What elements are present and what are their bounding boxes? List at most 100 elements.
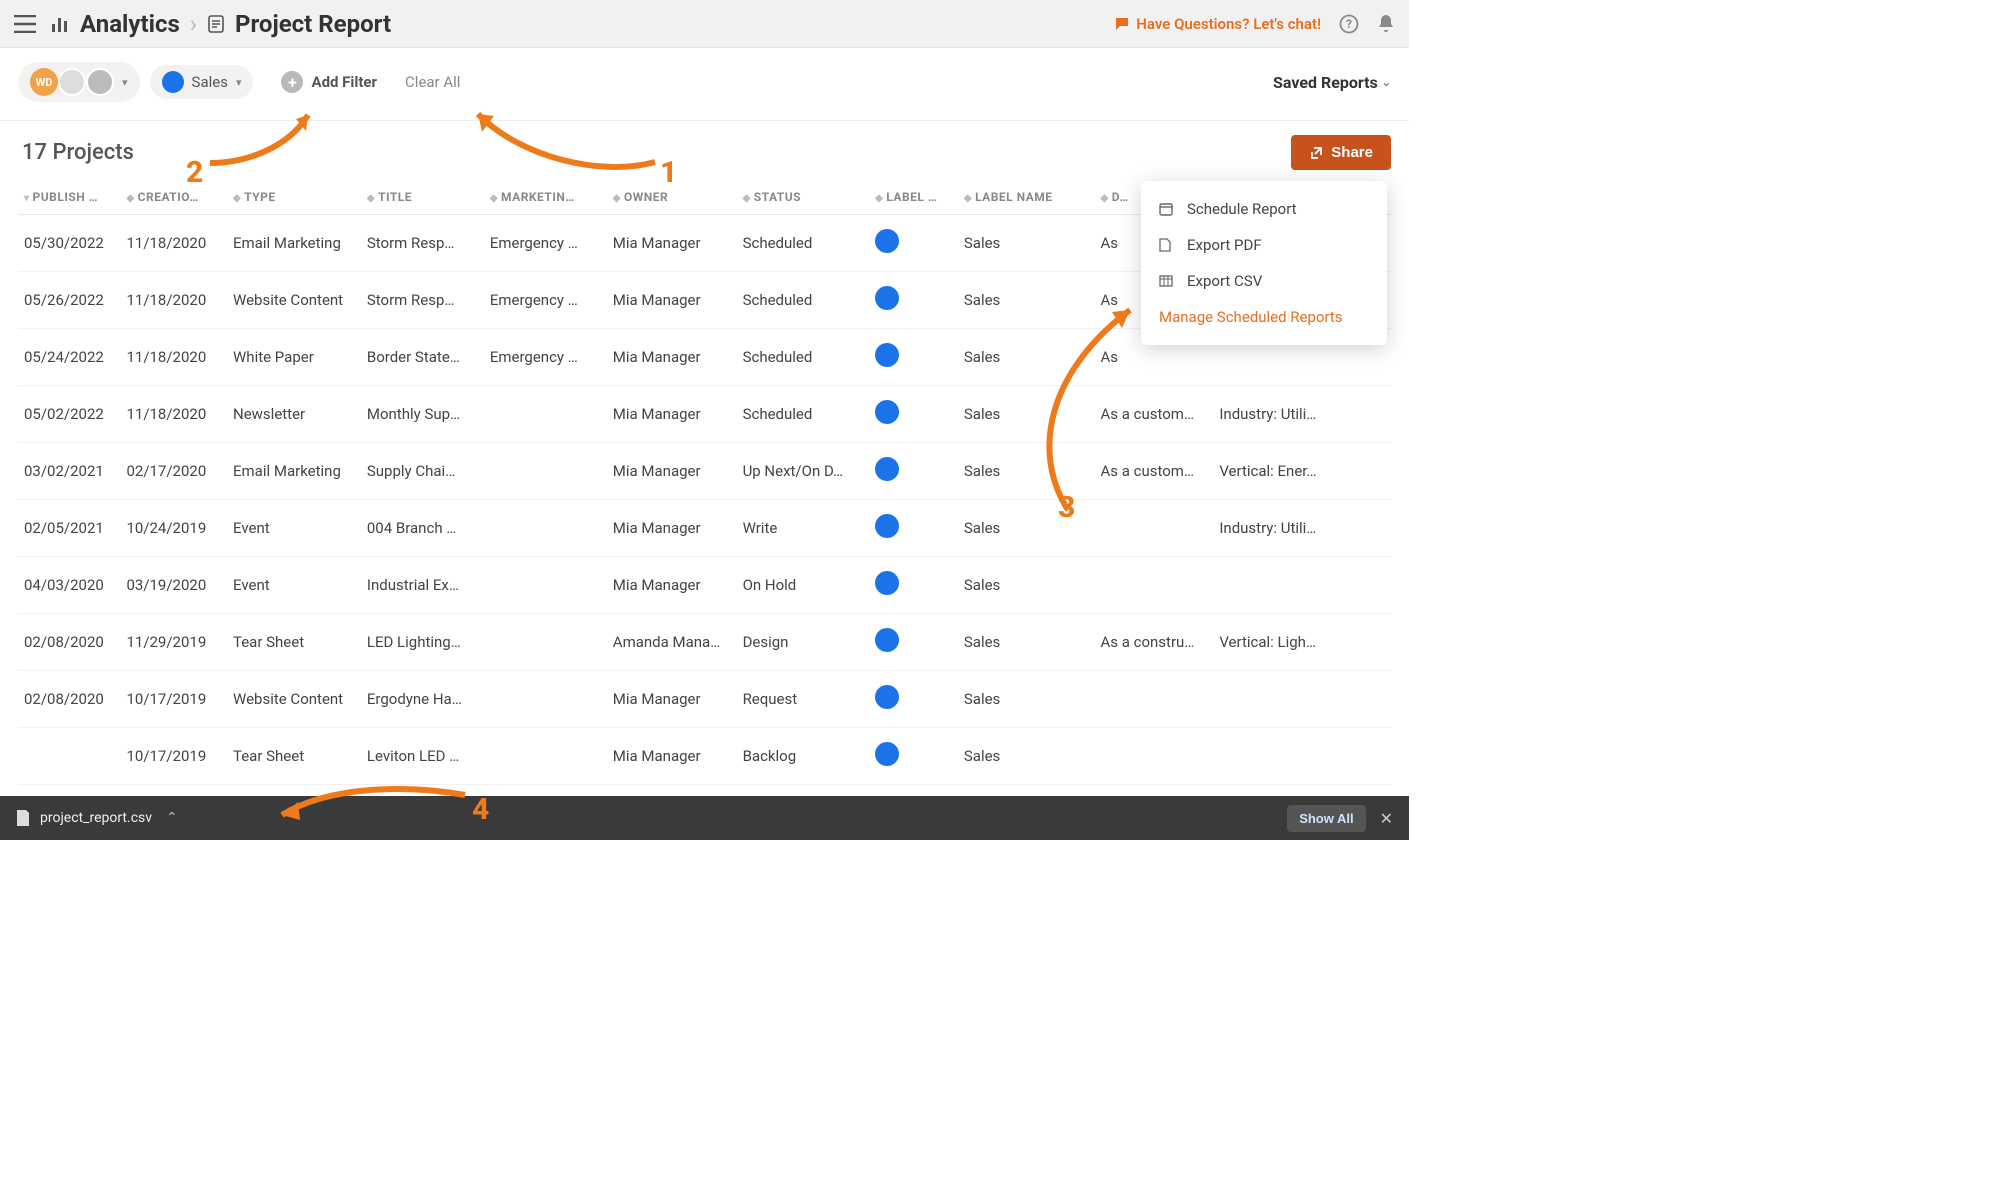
sort-icon: ◆ bbox=[613, 193, 621, 204]
cell-label-color bbox=[869, 557, 958, 614]
clear-all-button[interactable]: Clear All bbox=[405, 73, 460, 91]
share-menu: Schedule Report Export PDF Export CSV Ma… bbox=[1141, 181, 1387, 345]
cell-extra-2 bbox=[1213, 728, 1391, 785]
cell-title: Storm Resp… bbox=[361, 215, 484, 272]
col-marketing[interactable]: ◆MARKETIN… bbox=[484, 180, 607, 215]
plus-icon: + bbox=[281, 71, 303, 93]
share-menu-schedule[interactable]: Schedule Report bbox=[1141, 191, 1387, 227]
cell-label-name: Sales bbox=[958, 215, 1095, 272]
bell-icon[interactable] bbox=[1377, 14, 1395, 34]
cell-type: Email Marketing bbox=[227, 443, 361, 500]
table-row[interactable]: 05/02/202211/18/2020NewsletterMonthly Su… bbox=[18, 386, 1391, 443]
cell-owner: Mia Manager bbox=[607, 329, 737, 386]
cell-publish bbox=[18, 728, 120, 785]
downloaded-file[interactable]: project_report.csv bbox=[16, 809, 152, 827]
label-color-dot bbox=[875, 628, 899, 652]
cell-creation: 11/18/2020 bbox=[120, 329, 227, 386]
label-color-dot bbox=[875, 685, 899, 709]
cell-publish: 02/08/2020 bbox=[18, 671, 120, 728]
cell-extra-1: As a constru… bbox=[1094, 614, 1213, 671]
cell-extra-1: As a custom… bbox=[1094, 443, 1213, 500]
cell-type: Tear Sheet bbox=[227, 728, 361, 785]
col-publish[interactable]: ▾PUBLISH … bbox=[18, 180, 120, 215]
cell-extra-1: As a custom… bbox=[1094, 386, 1213, 443]
table-row[interactable]: 03/02/202102/17/2020Email MarketingSuppl… bbox=[18, 443, 1391, 500]
chevron-up-icon[interactable]: ⌃ bbox=[166, 810, 178, 826]
chat-icon bbox=[1114, 16, 1130, 32]
cell-publish: 05/30/2022 bbox=[18, 215, 120, 272]
cell-label-color bbox=[869, 443, 958, 500]
cell-extra-2: Vertical: Ligh… bbox=[1213, 614, 1391, 671]
col-status[interactable]: ◆STATUS bbox=[737, 180, 870, 215]
saved-reports-dropdown[interactable]: Saved Reports ⌄ bbox=[1273, 73, 1391, 92]
cell-label-name: Sales bbox=[958, 671, 1095, 728]
cell-label-color bbox=[869, 614, 958, 671]
label-color-dot bbox=[875, 571, 899, 595]
cell-creation: 02/17/2020 bbox=[120, 443, 227, 500]
chevron-down-icon: ▾ bbox=[236, 76, 242, 89]
chat-link[interactable]: Have Questions? Let's chat! bbox=[1114, 15, 1321, 33]
avatar: WD bbox=[30, 68, 58, 96]
download-bar: project_report.csv ⌃ Show All ✕ bbox=[0, 796, 1409, 840]
cell-extra-1 bbox=[1094, 671, 1213, 728]
show-all-button[interactable]: Show All bbox=[1287, 805, 1365, 832]
col-label-name[interactable]: ◆LABEL NAME bbox=[958, 180, 1095, 215]
cell-owner: Mia Manager bbox=[607, 443, 737, 500]
cell-label-color bbox=[869, 671, 958, 728]
table-row[interactable]: 02/05/202110/24/2019Event004 Branch …Mia… bbox=[18, 500, 1391, 557]
users-filter-pill[interactable]: WD ▾ bbox=[18, 62, 140, 102]
cell-status: Request bbox=[737, 671, 870, 728]
share-menu-manage[interactable]: Manage Scheduled Reports bbox=[1141, 299, 1387, 335]
cell-extra-1 bbox=[1094, 500, 1213, 557]
sort-icon: ◆ bbox=[233, 193, 241, 204]
table-icon bbox=[1159, 275, 1175, 287]
cell-status: Scheduled bbox=[737, 215, 870, 272]
cell-label-color bbox=[869, 215, 958, 272]
cell-publish: 02/05/2021 bbox=[18, 500, 120, 557]
sort-icon: ◆ bbox=[743, 193, 751, 204]
share-menu-export-pdf[interactable]: Export PDF bbox=[1141, 227, 1387, 263]
col-owner[interactable]: ◆OWNER bbox=[607, 180, 737, 215]
cell-extra-2: Vertical: Ener… bbox=[1213, 443, 1391, 500]
breadcrumb-report[interactable]: Project Report bbox=[235, 10, 391, 38]
hamburger-menu-icon[interactable] bbox=[14, 15, 36, 33]
share-menu-export-csv[interactable]: Export CSV bbox=[1141, 263, 1387, 299]
share-button[interactable]: Share bbox=[1291, 135, 1391, 170]
cell-status: Scheduled bbox=[737, 329, 870, 386]
table-row[interactable]: 10/17/2019Tear SheetLeviton LED …Mia Man… bbox=[18, 728, 1391, 785]
cell-publish: 02/08/2020 bbox=[18, 614, 120, 671]
cell-creation: 10/17/2019 bbox=[120, 728, 227, 785]
table-row[interactable]: 04/03/202003/19/2020EventIndustrial Ex…M… bbox=[18, 557, 1391, 614]
cell-extra-2: Industry: Utili… bbox=[1213, 500, 1391, 557]
sales-filter-pill[interactable]: Sales ▾ bbox=[150, 65, 254, 99]
cell-extra-1 bbox=[1094, 557, 1213, 614]
cell-title: Border State… bbox=[361, 329, 484, 386]
share-button-label: Share bbox=[1331, 144, 1373, 161]
col-label-color[interactable]: ◆LABEL … bbox=[869, 180, 958, 215]
col-title[interactable]: ◆TITLE bbox=[361, 180, 484, 215]
col-creation[interactable]: ◆CREATIO… bbox=[120, 180, 227, 215]
add-filter-button[interactable]: + Add Filter bbox=[281, 71, 377, 93]
cell-marketing bbox=[484, 671, 607, 728]
sort-icon: ◆ bbox=[367, 193, 375, 204]
cell-title: Storm Resp… bbox=[361, 272, 484, 329]
cell-title: LED Lighting… bbox=[361, 614, 484, 671]
label-color-dot bbox=[162, 71, 184, 93]
table-row[interactable]: 02/08/202010/17/2019Website ContentErgod… bbox=[18, 671, 1391, 728]
sort-icon: ▾ bbox=[24, 193, 30, 204]
table-row[interactable]: 02/08/202011/29/2019Tear SheetLED Lighti… bbox=[18, 614, 1391, 671]
breadcrumb-analytics[interactable]: Analytics bbox=[80, 10, 180, 38]
cell-type: Website Content bbox=[227, 272, 361, 329]
cell-type: Newsletter bbox=[227, 386, 361, 443]
col-type[interactable]: ◆TYPE bbox=[227, 180, 361, 215]
cell-marketing bbox=[484, 557, 607, 614]
close-icon[interactable]: ✕ bbox=[1380, 809, 1393, 828]
cell-marketing: Emergency … bbox=[484, 215, 607, 272]
help-icon[interactable]: ? bbox=[1339, 14, 1359, 34]
cell-marketing bbox=[484, 728, 607, 785]
sort-icon: ◆ bbox=[1100, 193, 1108, 204]
cell-status: Backlog bbox=[737, 728, 870, 785]
chevron-down-icon: ⌄ bbox=[1382, 76, 1391, 89]
cell-creation: 11/18/2020 bbox=[120, 272, 227, 329]
cell-title: Industrial Ex… bbox=[361, 557, 484, 614]
